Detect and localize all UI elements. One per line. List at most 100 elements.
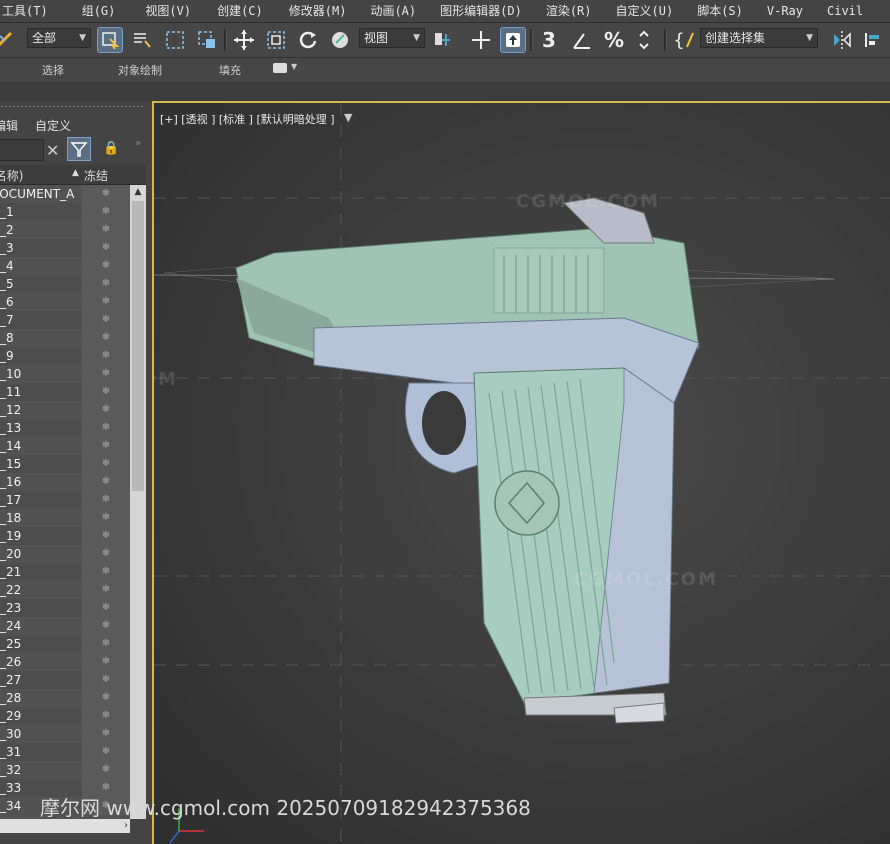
- ribbon-tab-populate[interactable]: 填充: [219, 62, 241, 78]
- list-item[interactable]: _19 ❄: [0, 527, 130, 545]
- vertical-scrollbar[interactable]: ▲: [130, 185, 146, 819]
- edit-named-selection-icon[interactable]: {: [672, 28, 696, 52]
- menu-animation[interactable]: 动画(A): [356, 0, 426, 22]
- list-item[interactable]: _3 ❄: [0, 239, 130, 257]
- freeze-icon[interactable]: ❄: [82, 635, 130, 653]
- list-item[interactable]: _10 ❄: [0, 365, 130, 383]
- freeze-icon[interactable]: ❄: [82, 599, 130, 617]
- scroll-right-icon[interactable]: ›: [124, 819, 128, 833]
- list-item[interactable]: _4 ❄: [0, 257, 130, 275]
- list-item[interactable]: _22 ❄: [0, 581, 130, 599]
- list-item[interactable]: _13 ❄: [0, 419, 130, 437]
- list-item[interactable]: _18 ❄: [0, 509, 130, 527]
- spinner-snap-icon[interactable]: [634, 28, 658, 52]
- freeze-icon[interactable]: ❄: [82, 239, 130, 257]
- freeze-icon[interactable]: ❄: [82, 455, 130, 473]
- select-manipulate-icon[interactable]: [328, 28, 352, 52]
- select-object-button[interactable]: [97, 27, 123, 53]
- list-item[interactable]: _14 ❄: [0, 437, 130, 455]
- selection-filter-dropdown[interactable]: 全部 ▼: [27, 28, 91, 48]
- list-item[interactable]: _17 ❄: [0, 491, 130, 509]
- ribbon-options-button[interactable]: [273, 63, 287, 73]
- freeze-icon[interactable]: ❄: [82, 383, 130, 401]
- freeze-icon[interactable]: ❄: [82, 653, 130, 671]
- list-item[interactable]: _16 ❄: [0, 473, 130, 491]
- rotate-icon[interactable]: [296, 28, 320, 52]
- menu-customize[interactable]: 自定义(U): [602, 0, 684, 22]
- freeze-icon[interactable]: ❄: [82, 347, 130, 365]
- menu-modifiers[interactable]: 修改器(M): [273, 0, 357, 22]
- pivot-point-icon[interactable]: [431, 28, 455, 52]
- mirror-icon[interactable]: [830, 28, 854, 52]
- keyboard-shortcut-override-button[interactable]: [500, 27, 526, 53]
- expand-icon[interactable]: »: [135, 138, 141, 149]
- list-item[interactable]: _20 ❄: [0, 545, 130, 563]
- filter-icon[interactable]: [67, 137, 91, 161]
- freeze-icon[interactable]: ❄: [82, 725, 130, 743]
- scale-region-icon[interactable]: [264, 28, 288, 52]
- freeze-icon[interactable]: ❄: [82, 311, 130, 329]
- column-header-freeze[interactable]: 冻结: [84, 167, 108, 184]
- lock-icon[interactable]: 🔒: [103, 141, 119, 156]
- list-item[interactable]: _25 ❄: [0, 635, 130, 653]
- named-selection-set-dropdown[interactable]: 创建选择集 ▼: [700, 28, 818, 48]
- freeze-icon[interactable]: ❄: [82, 275, 130, 293]
- list-item[interactable]: _2 ❄: [0, 221, 130, 239]
- menu-scripting[interactable]: 脚本(S): [683, 0, 753, 22]
- freeze-icon[interactable]: ❄: [82, 527, 130, 545]
- list-item[interactable]: _32 ❄: [0, 761, 130, 779]
- list-item[interactable]: _21 ❄: [0, 563, 130, 581]
- scrollbar-thumb[interactable]: [132, 201, 144, 491]
- tab-edit[interactable]: 编辑: [0, 117, 18, 134]
- freeze-icon[interactable]: ❄: [82, 545, 130, 563]
- link-icon[interactable]: [0, 28, 18, 52]
- panel-grip[interactable]: [0, 105, 144, 108]
- list-item[interactable]: _8 ❄: [0, 329, 130, 347]
- list-item[interactable]: _15 ❄: [0, 455, 130, 473]
- rect-select-region-icon[interactable]: [163, 28, 187, 52]
- angle-snap-icon[interactable]: [570, 28, 594, 52]
- freeze-icon[interactable]: ❄: [82, 257, 130, 275]
- align-icon[interactable]: [860, 28, 884, 52]
- freeze-icon[interactable]: ❄: [82, 329, 130, 347]
- list-item[interactable]: _5 ❄: [0, 275, 130, 293]
- window-crossing-icon[interactable]: [195, 28, 219, 52]
- list-item[interactable]: _7 ❄: [0, 311, 130, 329]
- freeze-icon[interactable]: ❄: [82, 707, 130, 725]
- menu-graph-editors[interactable]: 图形编辑器(D): [426, 0, 532, 22]
- ribbon-tab-object-paint[interactable]: 对象绘制: [118, 62, 162, 78]
- list-item[interactable]: _24 ❄: [0, 617, 130, 635]
- freeze-icon[interactable]: ❄: [82, 401, 130, 419]
- freeze-icon[interactable]: ❄: [82, 689, 130, 707]
- reference-coord-dropdown[interactable]: 视图 ▼: [359, 28, 425, 48]
- freeze-icon[interactable]: ❄: [82, 203, 130, 221]
- list-item[interactable]: _6 ❄: [0, 293, 130, 311]
- horizontal-scrollbar[interactable]: ›: [0, 819, 130, 833]
- list-item[interactable]: _29 ❄: [0, 707, 130, 725]
- explorer-search-input[interactable]: [0, 139, 44, 161]
- ribbon-tab-selection[interactable]: 选择: [42, 62, 64, 78]
- move-icon[interactable]: [232, 28, 256, 52]
- menu-view[interactable]: 视图(V): [125, 0, 201, 22]
- select-and-link-icon[interactable]: [469, 28, 493, 52]
- menu-create[interactable]: 创建(C): [201, 0, 273, 22]
- freeze-icon[interactable]: ❄: [82, 491, 130, 509]
- list-item[interactable]: _30 ❄: [0, 725, 130, 743]
- freeze-icon[interactable]: ❄: [82, 437, 130, 455]
- menu-group[interactable]: 组(G): [58, 0, 126, 22]
- freeze-icon[interactable]: ❄: [82, 581, 130, 599]
- freeze-icon[interactable]: ❄: [82, 509, 130, 527]
- menu-tools[interactable]: 工具(T): [0, 0, 58, 22]
- freeze-icon[interactable]: ❄: [82, 743, 130, 761]
- list-item[interactable]: _27 ❄: [0, 671, 130, 689]
- tab-customize[interactable]: 自定义: [35, 117, 71, 134]
- list-item[interactable]: _31 ❄: [0, 743, 130, 761]
- close-icon[interactable]: ✕: [46, 141, 59, 160]
- list-item[interactable]: DOCUMENT_A ❄: [0, 185, 130, 203]
- list-item[interactable]: _23 ❄: [0, 599, 130, 617]
- freeze-icon[interactable]: ❄: [82, 221, 130, 239]
- menu-rendering[interactable]: 渲染(R): [532, 0, 602, 22]
- freeze-icon[interactable]: ❄: [82, 365, 130, 383]
- percent-snap-icon[interactable]: %: [602, 28, 626, 52]
- snaps-toggle-icon[interactable]: 3: [537, 28, 561, 52]
